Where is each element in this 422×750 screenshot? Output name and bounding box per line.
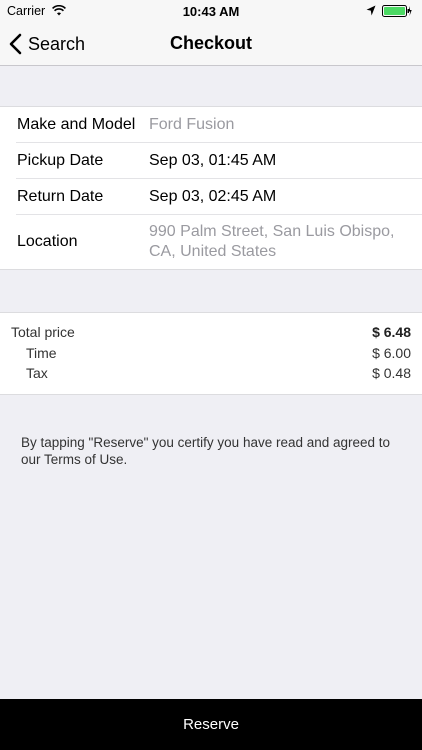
battery-icon bbox=[382, 5, 412, 17]
price-row-tax: Tax $ 0.48 bbox=[0, 365, 422, 385]
terms-notice: By tapping "Reserve" you certify you hav… bbox=[21, 435, 391, 467]
status-bar: Carrier 10:43 AM bbox=[0, 0, 422, 22]
make-model-label: Make and Model bbox=[17, 116, 136, 133]
location-value: 990 Palm Street, San Luis Obispo, CA, Un… bbox=[149, 223, 395, 260]
reserve-button[interactable]: Reserve bbox=[0, 699, 422, 750]
make-model-value: Ford Fusion bbox=[149, 116, 235, 133]
time-price-label: Time bbox=[26, 345, 57, 361]
pickup-date-label: Pickup Date bbox=[17, 152, 104, 169]
return-date-label: Return Date bbox=[17, 188, 104, 205]
navigation-bar: Search Checkout bbox=[0, 22, 422, 66]
return-date-value[interactable]: Sep 03, 02:45 AM bbox=[149, 187, 408, 207]
pickup-date-value[interactable]: Sep 03, 01:45 AM bbox=[149, 151, 408, 171]
detail-row-pickup-date: Pickup Date Sep 03, 01:45 AM bbox=[0, 143, 422, 179]
tax-price-value: $ 0.48 bbox=[372, 365, 411, 381]
total-price-label: Total price bbox=[11, 324, 75, 340]
price-row-time: Time $ 6.00 bbox=[0, 345, 422, 365]
page-title: Checkout bbox=[169, 33, 252, 53]
location-arrow-icon bbox=[366, 5, 376, 16]
detail-row-make-model: Make and Model Ford Fusion bbox=[0, 107, 422, 143]
reserve-button-label: Reserve bbox=[183, 716, 239, 733]
location-label: Location bbox=[17, 233, 78, 250]
time-price-value: $ 6.00 bbox=[372, 345, 411, 361]
detail-row-return-date: Return Date Sep 03, 02:45 AM bbox=[0, 179, 422, 215]
price-summary-section: Total price $ 6.48 Time $ 6.00 Tax $ 0.4… bbox=[0, 312, 422, 395]
status-time: 10:43 AM bbox=[182, 4, 240, 19]
rental-details-section: Make and Model Ford Fusion Pickup Date S… bbox=[0, 106, 422, 270]
tax-price-label: Tax bbox=[26, 365, 48, 381]
total-price-value: $ 6.48 bbox=[372, 324, 411, 340]
price-row-total: Total price $ 6.48 bbox=[0, 324, 422, 344]
detail-row-location: Location 990 Palm Street, San Luis Obisp… bbox=[0, 215, 422, 269]
